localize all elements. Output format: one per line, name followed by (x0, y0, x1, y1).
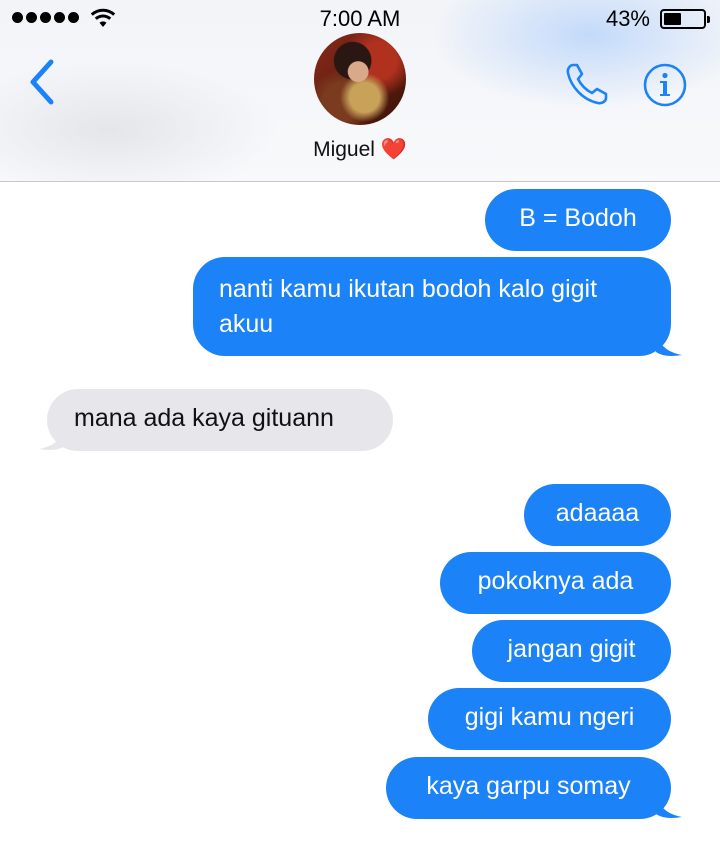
info-button[interactable] (641, 63, 689, 111)
conversation-header: 7:00 AM 43% Miguel ❤️ (0, 0, 720, 182)
phone-button[interactable] (563, 60, 611, 108)
bubble-tail (656, 792, 682, 818)
bubble-tail (39, 424, 65, 450)
status-bar: 7:00 AM 43% (0, 0, 720, 36)
message-bubble-outgoing[interactable]: pokoknya ada (440, 552, 671, 614)
bubble-tail (656, 330, 682, 356)
message-bubble-outgoing[interactable]: jangan gigit (472, 620, 671, 682)
message-bubble-outgoing[interactable]: kaya garpu somay (386, 757, 671, 819)
message-bubble-outgoing[interactable]: adaaaa (524, 484, 671, 546)
battery-icon (660, 9, 710, 29)
contact-avatar[interactable] (314, 33, 406, 125)
message-bubble-outgoing[interactable]: B = Bodoh (485, 189, 671, 251)
message-bubble-outgoing[interactable]: gigi kamu ngeri (428, 688, 671, 750)
message-bubble-incoming[interactable]: mana ada kaya gituann (47, 389, 393, 451)
phone-icon (566, 63, 608, 105)
contact-name[interactable]: Miguel ❤️ (0, 138, 720, 162)
battery-percentage: 43% (605, 6, 650, 31)
back-button[interactable] (24, 56, 64, 108)
info-icon (643, 63, 687, 107)
message-bubble-outgoing[interactable]: nanti kamu ikutan bodoh kalo gigit akuu (193, 257, 671, 356)
chevron-left-icon (30, 59, 54, 105)
